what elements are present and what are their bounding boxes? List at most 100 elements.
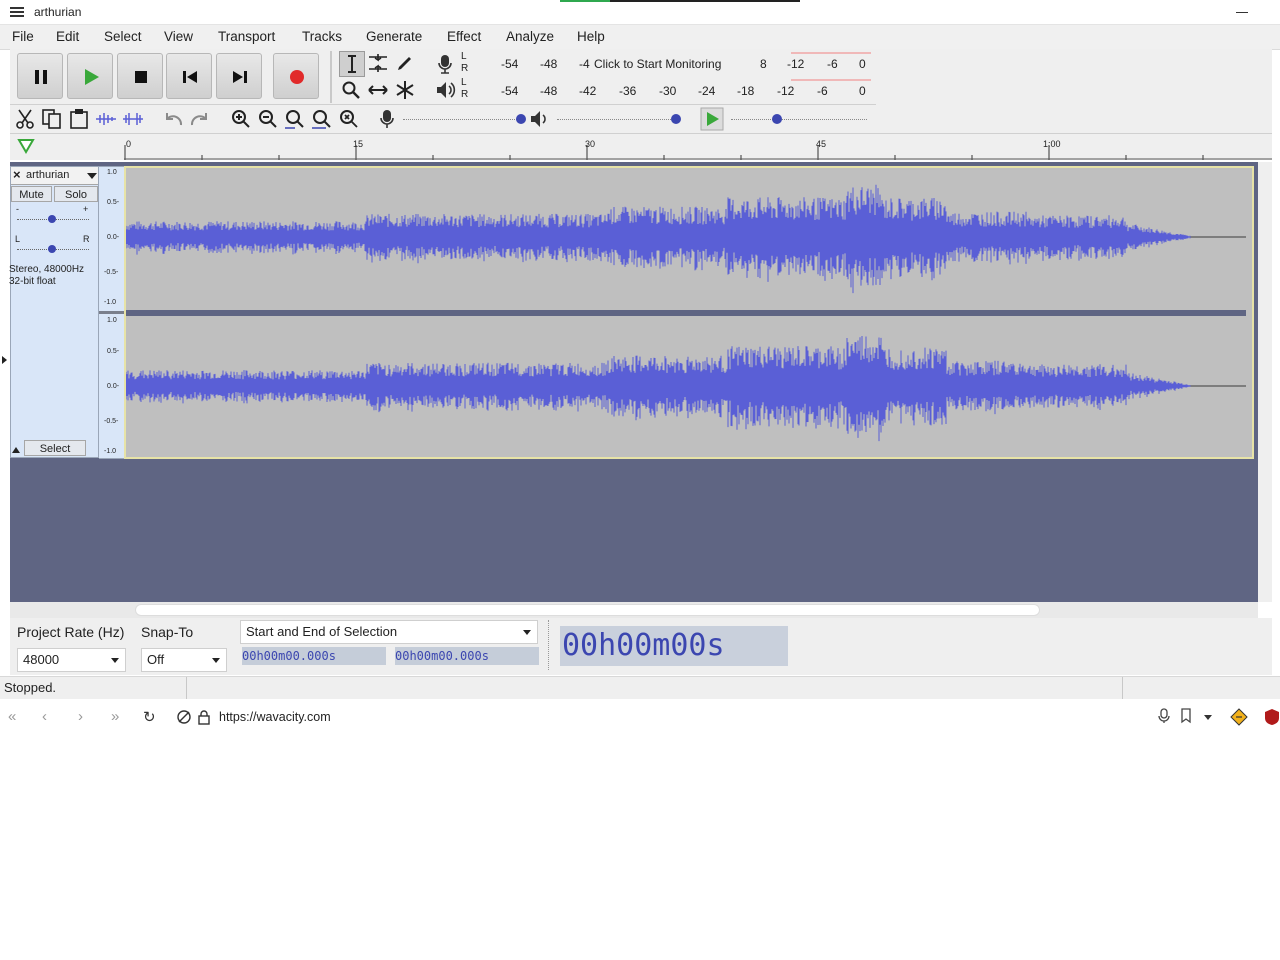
draw-tool[interactable] [393,51,419,77]
bookmark-icon[interactable] [1180,708,1198,726]
lock-icon[interactable] [197,709,215,727]
selection-end-time[interactable]: 00h00m00.000s [395,647,539,665]
last-page-icon[interactable]: » [111,708,129,726]
fit-project-icon[interactable] [310,107,334,131]
play-speed-slider[interactable] [731,119,867,121]
recording-volume-thumb[interactable] [516,114,526,124]
minimize-icon[interactable] [1236,4,1250,18]
redo-icon[interactable] [188,107,212,131]
envelope-tool[interactable] [366,51,392,77]
silence-audio-icon[interactable] [121,107,145,131]
scale-label: -0.5- [104,418,119,425]
menu-tracks[interactable]: Tracks [302,29,342,44]
collapse-track-icon[interactable] [12,447,20,453]
speaker-icon[interactable] [433,78,457,102]
menu-select[interactable]: Select [104,29,142,44]
meter-tick: -54 [501,57,519,71]
window-title: arthurian [34,5,82,19]
chevron-down-icon [111,658,119,663]
zoom-tool[interactable] [339,78,365,104]
waveform-clip[interactable] [124,166,1254,459]
extension-icon[interactable] [1230,708,1248,726]
reload-icon[interactable]: ↻ [143,708,161,726]
stop-button[interactable] [117,53,163,99]
menu-generate[interactable]: Generate [366,29,422,44]
menu-edit[interactable]: Edit [56,29,79,44]
selection-mode-select[interactable]: Start and End of Selection [240,620,538,644]
horizontal-scroll-thumb[interactable] [135,604,1040,616]
loading-indicator [560,0,610,2]
track-menu-icon[interactable] [87,173,97,179]
snap-to-label: Snap-To [141,624,194,640]
playback-volume-thumb[interactable] [671,114,681,124]
meter-tick: 8 [760,57,767,71]
first-page-icon[interactable]: « [8,708,26,726]
fit-selection-icon[interactable] [283,107,307,131]
chevron-down-icon [212,658,220,663]
track-name[interactable]: arthurian [26,169,69,181]
zoom-toggle-icon[interactable] [337,107,361,131]
undo-icon[interactable] [161,107,185,131]
timeline-options-icon[interactable] [16,136,36,156]
menu-analyze[interactable]: Analyze [506,29,554,44]
scale-label: -0.5- [104,269,119,276]
no-tracking-icon[interactable] [176,709,194,727]
copy-icon[interactable] [40,107,64,131]
vertical-scrollbar[interactable] [1258,162,1272,602]
selection-tool[interactable] [339,51,365,77]
playback-meter[interactable]: -54 -48 -42 -36 -30 -24 -18 -12 -6 0 [471,79,871,102]
selection-start-time[interactable]: 00h00m00.000s [242,647,386,665]
toolbar-grip[interactable] [548,620,551,670]
project-rate-select[interactable]: 48000 [17,648,126,672]
meter-tick: -36 [619,84,637,98]
play-at-speed-icon[interactable] [700,107,724,131]
timeline-ruler[interactable]: 0 15 30 45 1:00 [124,135,1272,160]
monitor-prompt[interactable]: Click to Start Monitoring [594,57,721,71]
collapse-panel-icon[interactable] [2,356,7,364]
solo-button[interactable]: Solo [54,186,98,202]
play-button[interactable] [67,53,113,99]
pan-slider-thumb[interactable] [48,245,56,253]
close-track-icon[interactable]: × [13,167,21,182]
horizontal-scrollbar[interactable] [10,602,1258,618]
menu-effect[interactable]: Effect [447,29,481,44]
select-track-button[interactable]: Select [24,440,86,456]
microphone-icon[interactable] [433,52,457,76]
menu-view[interactable]: View [164,29,193,44]
menu-help[interactable]: Help [577,29,605,44]
hamburger-menu-icon[interactable] [10,5,24,19]
left-channel-waveform [125,184,1246,294]
url-field[interactable]: https://wavacity.com [219,710,331,724]
gain-slider-thumb[interactable] [48,215,56,223]
microphone-icon[interactable] [1157,708,1175,726]
record-meter[interactable]: -54 -48 -4 Click to Start Monitoring 8 -… [471,52,871,75]
play-meter-l: L [461,77,467,88]
selection-mode-value: Start and End of Selection [246,624,398,639]
play-speed-thumb[interactable] [772,114,782,124]
pause-button[interactable] [17,53,63,99]
cut-icon[interactable] [13,107,37,131]
zoom-out-icon[interactable] [256,107,280,131]
play-icon [85,69,99,85]
chevron-down-icon[interactable] [1204,715,1212,720]
trim-audio-icon[interactable] [94,107,118,131]
forward-icon[interactable]: › [78,708,96,726]
skip-to-end-button[interactable] [216,53,262,99]
menu-transport[interactable]: Transport [218,29,275,44]
mute-button[interactable]: Mute [11,186,52,202]
playback-volume-slider[interactable] [557,119,677,121]
skip-to-start-button[interactable] [166,53,212,99]
multi-tool[interactable] [393,78,419,104]
ublock-shield-icon[interactable] [1264,708,1280,726]
audio-position-display[interactable]: 00h00m00s [560,626,788,666]
vertical-scale[interactable]: 1.0 0.5- 0.0- -0.5- -1.0 1.0 0.5- 0.0- -… [99,166,124,459]
snap-to-select[interactable]: Off [141,648,227,672]
recording-volume-icon [375,107,399,131]
time-shift-tool[interactable] [366,78,392,104]
zoom-in-icon[interactable] [229,107,253,131]
recording-volume-slider[interactable] [403,119,523,121]
paste-icon[interactable] [67,107,91,131]
menu-file[interactable]: File [12,29,34,44]
back-icon[interactable]: ‹ [42,708,60,726]
record-button[interactable] [273,53,319,99]
